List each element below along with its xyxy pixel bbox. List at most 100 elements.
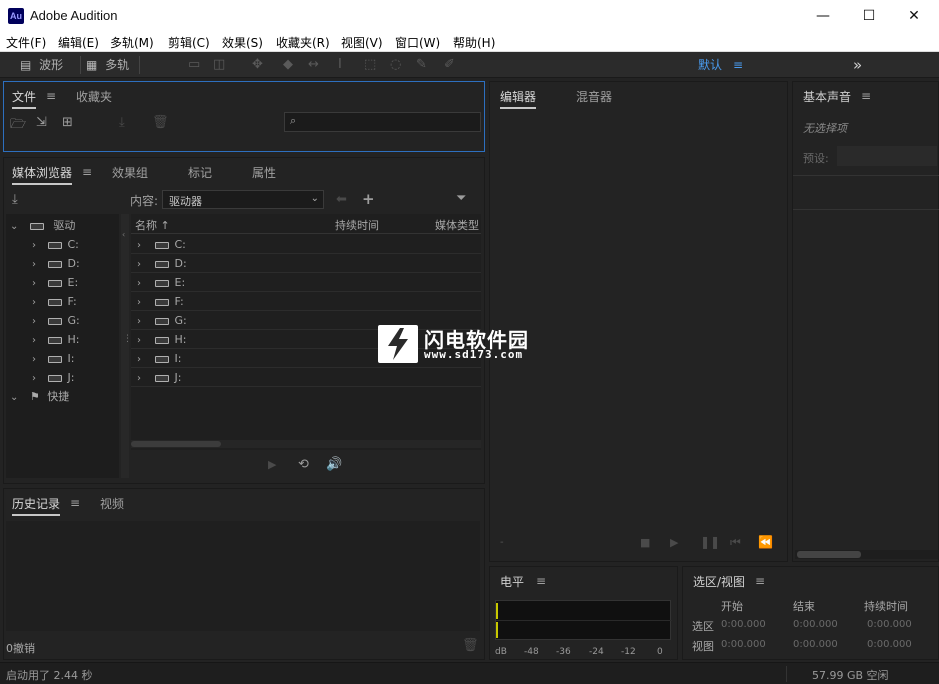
auto-play-volume-icon[interactable]: 🔊 <box>326 457 342 472</box>
workspace-overflow-icon[interactable]: » <box>853 55 862 75</box>
filter-icon[interactable]: ⏷ <box>456 191 466 206</box>
minimize-button[interactable]: — <box>800 0 846 32</box>
tab-files[interactable]: 文件 <box>12 88 37 109</box>
files-panel-menu-icon[interactable]: ≡ <box>46 89 56 103</box>
preset-dropdown[interactable] <box>837 146 937 166</box>
rewind-icon[interactable]: ⏪ <box>758 535 773 549</box>
tab-properties[interactable]: 属性 <box>252 164 276 181</box>
tree-item-drive[interactable]: › F: <box>32 292 77 311</box>
lasso-tool-icon[interactable]: ◌ <box>390 57 401 72</box>
column-media-type[interactable]: 媒体类型 <box>435 219 479 232</box>
multitrack-view-button[interactable]: ▦ 多轨 <box>86 55 129 75</box>
stop-icon[interactable]: ■ <box>640 536 650 549</box>
tree-item-drive[interactable]: › J: <box>32 368 74 387</box>
tab-markers[interactable]: 标记 <box>188 164 212 181</box>
files-search-input[interactable] <box>307 114 477 130</box>
menu-window[interactable]: 窗口(W) <box>395 34 440 51</box>
pane-splitter[interactable]: ‹ ⋮ <box>121 214 132 478</box>
menu-view[interactable]: 视图(V) <box>341 34 383 51</box>
menu-multitrack[interactable]: 多轨(M) <box>110 34 154 51</box>
close-button[interactable]: ✕ <box>891 0 937 32</box>
list-item[interactable]: › F: <box>131 292 481 311</box>
new-file-icon[interactable]: ⊞ <box>62 115 73 130</box>
import-file-icon[interactable]: ⇲ <box>36 115 47 130</box>
tab-mixer[interactable]: 混音器 <box>576 88 612 105</box>
workspace-default[interactable]: 默认 <box>698 55 722 75</box>
list-item[interactable]: › J: <box>131 368 481 387</box>
level-meter-menu-icon[interactable]: ≡ <box>536 574 546 588</box>
menu-edit[interactable]: 编辑(E) <box>58 34 99 51</box>
selection-duration-field[interactable]: 0:00.000 <box>867 619 912 630</box>
files-search-field[interactable]: ⌕ <box>284 112 481 132</box>
waveform-view-button[interactable]: ▤ 波形 <box>20 55 63 75</box>
menu-file[interactable]: 文件(F) <box>6 34 46 51</box>
content-dropdown[interactable]: 驱动器 ⌄ <box>162 190 324 209</box>
tab-editor[interactable]: 编辑器 <box>500 88 537 109</box>
media-browser-menu-icon[interactable]: ≡ <box>82 165 92 179</box>
horizontal-scrollbar[interactable] <box>131 440 481 448</box>
delete-icon[interactable]: 🗑 <box>152 115 169 130</box>
view-end-field[interactable]: 0:00.000 <box>793 639 838 650</box>
tab-favorites[interactable]: 收藏夹 <box>76 88 112 105</box>
slip-tool-icon[interactable]: ↔ <box>308 57 319 72</box>
scrollbar-thumb[interactable] <box>797 551 861 558</box>
scrollbar-thumb[interactable] <box>131 441 221 447</box>
menu-help[interactable]: 帮助(H) <box>453 34 495 51</box>
tree-item-drive[interactable]: › G: <box>32 311 80 330</box>
horizontal-scrollbar[interactable] <box>795 550 938 559</box>
list-item[interactable]: › D: <box>131 254 481 273</box>
brush-tool-icon[interactable]: ✎ <box>416 57 427 72</box>
spot-healing-tool-icon[interactable]: ✐ <box>444 57 455 72</box>
tree-item-drive[interactable]: › D: <box>32 254 80 273</box>
list-item[interactable]: › C: <box>131 235 481 254</box>
add-shortcut-icon[interactable]: + <box>362 190 375 208</box>
selection-start-field[interactable]: 0:00.000 <box>721 619 766 630</box>
audition-app-icon: Au <box>8 8 24 24</box>
view-start-field[interactable]: 0:00.000 <box>721 639 766 650</box>
marquee-tool-icon[interactable]: ⬚ <box>364 57 376 72</box>
workspace-menu-icon[interactable]: ≡ <box>733 55 743 75</box>
selection-end-field[interactable]: 0:00.000 <box>793 619 838 630</box>
list-item[interactable]: › E: <box>131 273 481 292</box>
essential-sound-menu-icon[interactable]: ≡ <box>861 89 871 103</box>
time-selection-tool-icon[interactable]: I <box>338 57 342 72</box>
drive-icon <box>154 317 169 325</box>
tree-item-drive[interactable]: › E: <box>32 273 78 292</box>
tab-video[interactable]: 视频 <box>100 495 124 512</box>
move-tool-icon[interactable]: ✥ <box>252 57 263 72</box>
selection-view-menu-icon[interactable]: ≡ <box>755 574 765 588</box>
menu-favorites[interactable]: 收藏夹(R) <box>276 34 330 51</box>
insert-into-multitrack-icon[interactable]: ⤓ <box>119 115 125 130</box>
tree-item-drive[interactable]: › I: <box>32 349 74 368</box>
divider <box>793 175 939 176</box>
spectral-pitch-icon[interactable]: ◫ <box>213 57 225 72</box>
maximize-button[interactable]: ☐ <box>846 0 892 32</box>
view-duration-field[interactable]: 0:00.000 <box>867 639 912 650</box>
list-header: 名称 ↑ 持续时间 媒体类型 <box>131 214 481 234</box>
tab-history[interactable]: 历史记录 <box>12 495 61 516</box>
skip-to-start-icon[interactable]: ⏮ <box>730 535 741 550</box>
tree-item-drive[interactable]: › C: <box>32 235 79 254</box>
loop-preview-icon[interactable]: ⟲ <box>298 457 309 472</box>
column-name[interactable]: 名称 ↑ <box>135 217 170 233</box>
open-file-icon[interactable]: 🗁 <box>10 115 26 137</box>
delete-history-icon[interactable]: 🗑 <box>462 638 479 653</box>
menu-clip[interactable]: 剪辑(C) <box>168 34 210 51</box>
razor-tool-icon[interactable]: ◆ <box>283 57 293 72</box>
history-panel-menu-icon[interactable]: ≡ <box>70 496 80 510</box>
spectral-frequency-icon[interactable]: ▭ <box>188 57 200 72</box>
navigate-back-icon[interactable]: ⬅ <box>336 192 347 207</box>
tree-root-shortcuts[interactable]: ⌄ ⚑ 快捷 <box>10 387 118 406</box>
play-icon[interactable]: ▶ <box>670 536 678 549</box>
column-duration[interactable]: 持续时间 <box>335 217 379 233</box>
menu-effects[interactable]: 效果(S) <box>222 34 263 51</box>
play-preview-icon[interactable]: ▶ <box>268 458 276 471</box>
tab-effects-group[interactable]: 效果组 <box>112 164 148 181</box>
window-title: Adobe Audition <box>30 8 118 23</box>
pause-icon[interactable]: ❚❚ <box>700 535 720 549</box>
chevron-right-icon: › <box>137 354 141 365</box>
tree-root-drives[interactable]: ⌄ 驱动 <box>10 216 118 235</box>
tree-item-drive[interactable]: › H: <box>32 330 79 349</box>
import-media-icon[interactable]: ⤓ <box>12 192 18 207</box>
tab-media-browser[interactable]: 媒体浏览器 <box>12 164 73 185</box>
